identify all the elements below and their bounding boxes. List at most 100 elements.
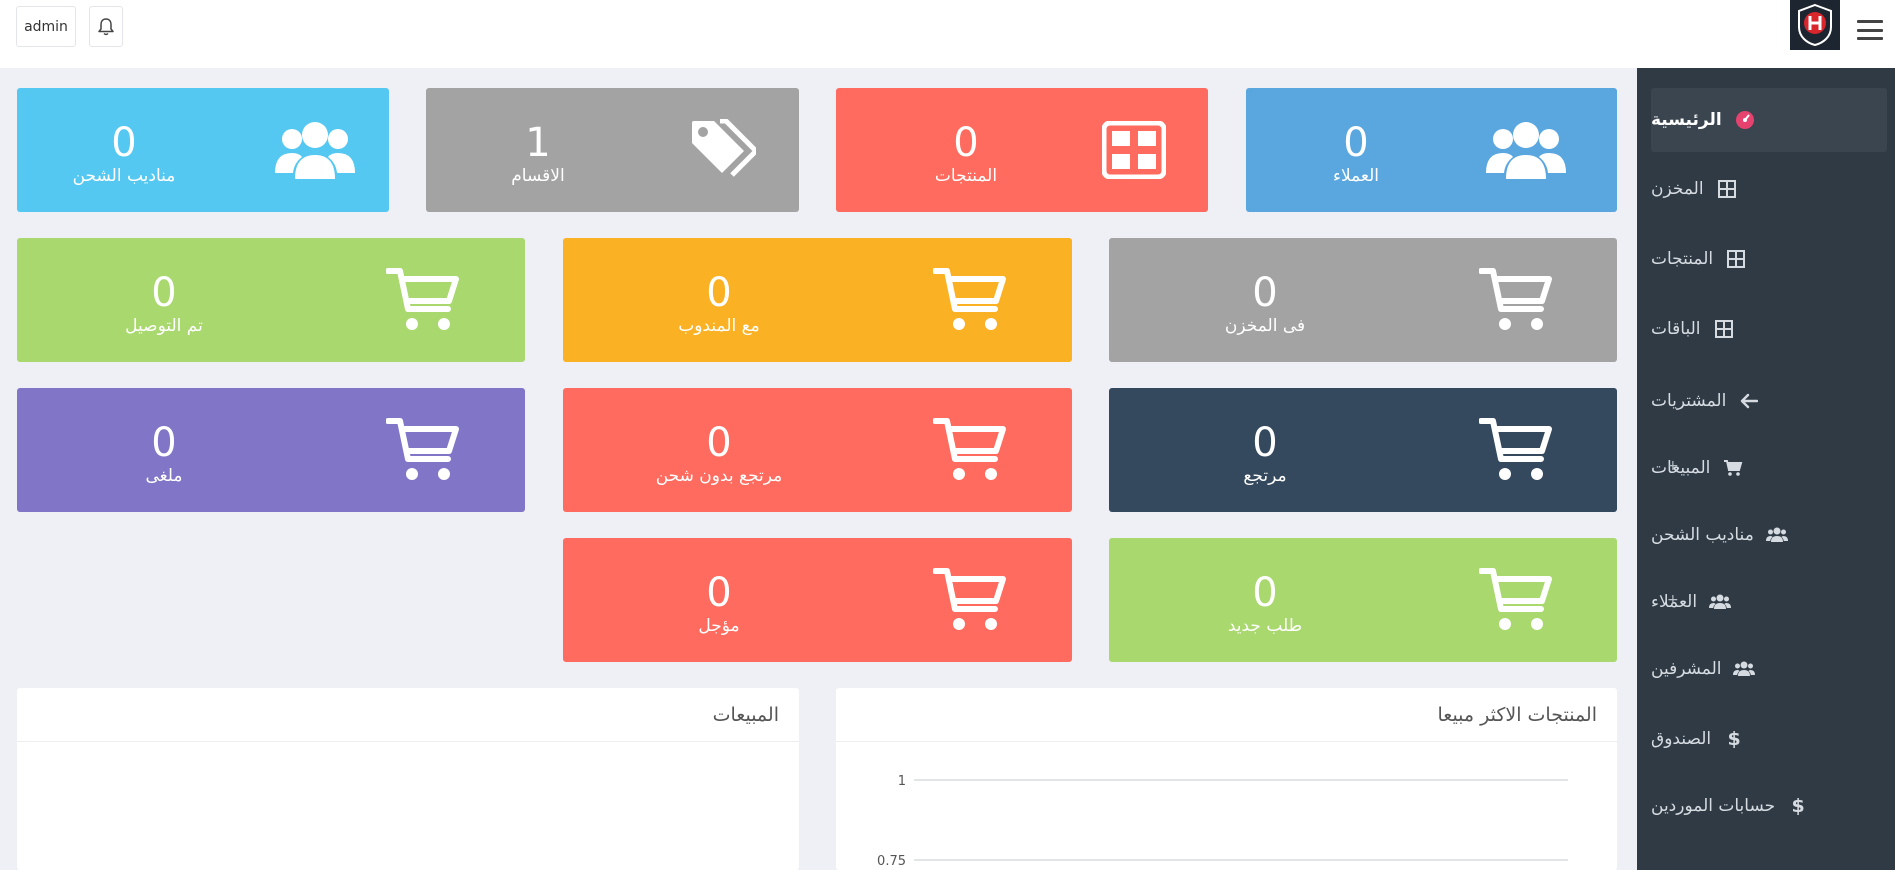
cart-icon <box>1479 266 1553 334</box>
stat-value: 0 <box>706 420 732 466</box>
stat-label: مؤجل <box>698 616 740 636</box>
cart-icon <box>933 266 1007 334</box>
sidebar-item-label: المشتريات <box>1651 391 1727 411</box>
notifications-button[interactable] <box>89 6 123 47</box>
grid-icon <box>1713 318 1735 340</box>
best-sellers-chart: 10.75 <box>877 774 1568 869</box>
panel-header: المنتجات الاكثر مبيعا <box>836 688 1617 742</box>
stat-card-returned-no-shipping[interactable]: 0 مرتجع بدون شحن <box>563 388 1072 512</box>
sidebar-item-cashbox[interactable]: $ الصندوق <box>1651 707 1887 771</box>
dashboard-icon <box>1734 109 1756 131</box>
cart-icon <box>386 266 460 334</box>
sidebar-item-label: مناديب الشحن <box>1651 525 1754 545</box>
stat-value: 0 <box>1252 420 1278 466</box>
stat-label: مرتجع بدون شحن <box>655 466 783 486</box>
users-icon <box>1486 116 1566 184</box>
sidebar-toggle-button[interactable] <box>1857 16 1883 44</box>
sidebar-item-sales[interactable]: المبيعات <box>1651 436 1887 500</box>
sidebar-expand-sales[interactable]: + <box>1667 458 1679 474</box>
stat-label: العملاء <box>1332 166 1380 186</box>
sidebar-item-clients[interactable]: العملاء <box>1651 570 1887 634</box>
stat-card-products[interactable]: 0 المنتجات <box>836 88 1208 212</box>
stat-card-in-store[interactable]: 0 فى المخزن <box>1109 238 1617 362</box>
stat-value: 0 <box>111 120 137 166</box>
sidebar-item-label: الرئيسية <box>1651 110 1722 130</box>
stat-card-new-order[interactable]: 0 طلب جديد <box>1109 538 1617 662</box>
sidebar-item-home[interactable]: الرئيسية <box>1651 88 1887 152</box>
stat-card-with-courier[interactable]: 0 مع المندوب <box>563 238 1072 362</box>
stat-label: فى المخزن <box>1224 316 1306 336</box>
stat-label: طلب جديد <box>1227 616 1303 636</box>
stat-card-returned[interactable]: 0 مرتجع <box>1109 388 1617 512</box>
sidebar-item-purchases[interactable]: المشتريات <box>1651 369 1887 433</box>
sidebar-item-label: المخزن <box>1651 179 1704 199</box>
stat-label: ملغى <box>145 466 183 486</box>
sidebar-item-supervisors[interactable]: المشرفين <box>1651 637 1887 701</box>
sidebar-item-couriers[interactable]: مناديب الشحن <box>1651 503 1887 567</box>
stat-card-delivered[interactable]: 0 تم التوصيل <box>17 238 525 362</box>
dollar-icon: $ <box>1727 728 1741 750</box>
users-icon <box>275 116 355 184</box>
panel-title: المنتجات الاكثر مبيعا <box>1437 703 1597 726</box>
stat-value: 0 <box>953 120 979 166</box>
stat-value: 0 <box>1252 270 1278 316</box>
sidebar-item-label: المنتجات <box>1651 249 1714 269</box>
dollar-icon: $ <box>1791 795 1805 817</box>
panel-header: المبيعات <box>17 688 799 742</box>
brand-logo[interactable] <box>1790 0 1840 50</box>
sales-panel: المبيعات <box>17 688 799 870</box>
stat-card-couriers[interactable]: 0 مناديب الشحن <box>17 88 389 212</box>
cart-icon <box>1722 457 1744 479</box>
stat-card-cancelled[interactable]: 0 ملغى <box>17 388 525 512</box>
chart-y-tick-label: 1 <box>898 774 906 789</box>
stat-value: 0 <box>706 270 732 316</box>
tags-icon <box>690 118 756 180</box>
cart-icon <box>933 416 1007 484</box>
chart-y-tick-label: 0.75 <box>877 854 906 869</box>
cart-icon <box>933 566 1007 634</box>
sidebar-item-label: المبيعات <box>1651 458 1711 478</box>
grid-icon <box>1716 178 1738 200</box>
arrow-left-icon <box>1738 390 1760 412</box>
bell-icon <box>98 17 114 35</box>
stat-card-categories[interactable]: 1 الاقسام <box>426 88 799 212</box>
sidebar-item-label: الباقات <box>1651 319 1701 339</box>
grid-icon <box>1102 120 1166 180</box>
stat-card-postponed[interactable]: 0 مؤجل <box>563 538 1072 662</box>
menu-icon <box>1857 20 1883 23</box>
stat-value: 0 <box>706 570 732 616</box>
users-icon <box>1765 524 1788 546</box>
stat-value: 1 <box>525 120 551 166</box>
cart-icon <box>1479 416 1553 484</box>
sidebar-item-packages[interactable]: الباقات <box>1651 297 1887 361</box>
sidebar-item-supplier-accounts[interactable]: $ حسابات الموردين <box>1651 774 1887 838</box>
grid-icon <box>1725 248 1747 270</box>
stat-label: مرتجع <box>1243 466 1287 486</box>
sidebar: الرئيسية المخزن المنتجات الباقات المشتري… <box>1637 68 1895 870</box>
user-menu-button[interactable]: admin <box>16 6 76 47</box>
logo-icon <box>1798 3 1832 47</box>
users-icon <box>1733 658 1756 680</box>
sidebar-expand-clients[interactable]: + <box>1667 592 1679 608</box>
sidebar-item-label: حسابات الموردين <box>1651 796 1776 816</box>
stat-label: مع المندوب <box>678 316 760 336</box>
stat-label: تم التوصيل <box>125 316 203 336</box>
best-sellers-panel: المنتجات الاكثر مبيعا 1 0.75 <box>836 688 1617 870</box>
users-icon <box>1709 591 1732 613</box>
stat-label: المنتجات <box>934 166 998 186</box>
sidebar-item-label: المشرفين <box>1651 659 1722 679</box>
user-name: admin <box>24 18 68 35</box>
sidebar-item-label: الصندوق <box>1651 729 1712 749</box>
stat-label: مناديب الشحن <box>72 166 176 186</box>
sidebar-item-store[interactable]: المخزن <box>1651 157 1887 221</box>
stat-value: 0 <box>151 270 177 316</box>
stat-value: 0 <box>1343 120 1369 166</box>
cart-icon <box>1479 566 1553 634</box>
top-navbar: admin <box>0 0 1895 68</box>
stat-label: الاقسام <box>511 166 565 186</box>
stat-value: 0 <box>1252 570 1278 616</box>
sidebar-item-products[interactable]: المنتجات <box>1651 227 1887 291</box>
stat-card-clients[interactable]: 0 العملاء <box>1246 88 1617 212</box>
stat-value: 0 <box>151 420 177 466</box>
panel-title: المبيعات <box>712 703 779 726</box>
